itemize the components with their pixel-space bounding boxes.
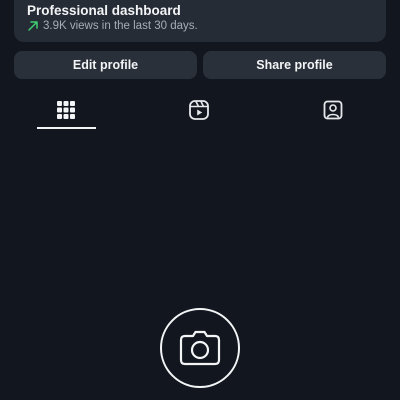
profile-screen: Professional dashboard 3.9K views in the…: [0, 0, 400, 400]
tab-tagged[interactable]: [321, 98, 345, 122]
tagged-icon: [323, 100, 343, 120]
tab-reels[interactable]: [187, 98, 211, 122]
camera-icon: [179, 330, 221, 366]
arrow-up-right-icon: [28, 21, 38, 31]
dashboard-subtitle: 3.9K views in the last 30 days.: [43, 20, 198, 32]
edit-profile-button[interactable]: Edit profile: [14, 51, 197, 79]
grid-icon: [57, 101, 75, 119]
dashboard-subtitle-row: 3.9K views in the last 30 days.: [27, 20, 198, 32]
camera-placeholder-circle: [160, 308, 240, 388]
share-profile-button[interactable]: Share profile: [203, 51, 386, 79]
dashboard-title: Professional dashboard: [27, 3, 181, 18]
tab-posts-grid[interactable]: [54, 98, 78, 122]
selected-tab-indicator: [37, 127, 96, 129]
reels-icon: [189, 100, 209, 120]
professional-dashboard-card[interactable]: Professional dashboard 3.9K views in the…: [14, 0, 386, 42]
